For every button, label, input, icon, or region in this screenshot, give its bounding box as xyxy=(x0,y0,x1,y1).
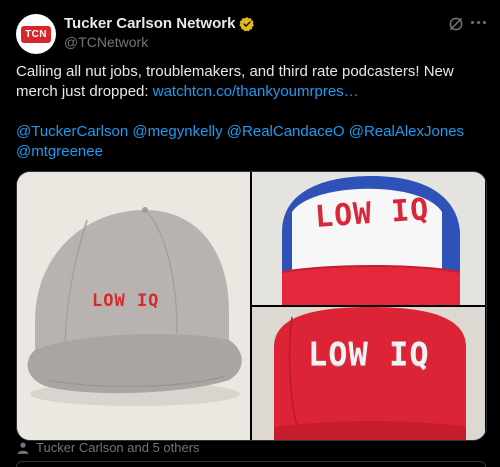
media-image-2[interactable]: LOW IQ xyxy=(252,172,485,305)
avatar[interactable]: TCN xyxy=(16,14,56,54)
mentions-line-2[interactable]: @mtgreenee xyxy=(16,142,486,162)
trucker-cap-illustration xyxy=(252,172,485,305)
tweet-link[interactable]: watchtcn.co/thankyoumrpres… xyxy=(153,83,359,100)
media-image-3[interactable]: LOW IQ xyxy=(252,307,485,440)
tagged-text: Tucker Carlson and 5 others xyxy=(36,440,200,455)
red-cap-illustration xyxy=(252,307,485,440)
verified-badge-icon xyxy=(239,16,255,31)
more-options-icon[interactable] xyxy=(471,21,486,24)
mentions-line-1[interactable]: @TuckerCarlson @megynkelly @RealCandaceO… xyxy=(16,122,486,142)
quote-card-edge xyxy=(16,461,486,467)
person-icon xyxy=(17,441,29,454)
author-name-row: Tucker Carlson Network xyxy=(64,15,255,32)
tagged-people[interactable]: Tucker Carlson and 5 others xyxy=(16,440,200,455)
hat-text-3: LOW IQ xyxy=(308,335,430,373)
tweet: TCN Tucker Carlson Network @TCNetwork Ca… xyxy=(0,0,500,467)
author-handle[interactable]: @TCNetwork xyxy=(64,34,148,50)
author-name[interactable]: Tucker Carlson Network xyxy=(64,15,235,32)
hat-text-1: LOW IQ xyxy=(92,291,160,311)
media-image-1[interactable]: LOW IQ xyxy=(17,172,250,440)
tweet-text: Calling all nut jobs, troublemakers, and… xyxy=(16,62,486,162)
grok-icon[interactable] xyxy=(447,15,465,33)
media-grid: LOW IQ LOW IQ LOW IQ xyxy=(16,171,487,441)
tcn-logo: TCN xyxy=(21,25,51,43)
